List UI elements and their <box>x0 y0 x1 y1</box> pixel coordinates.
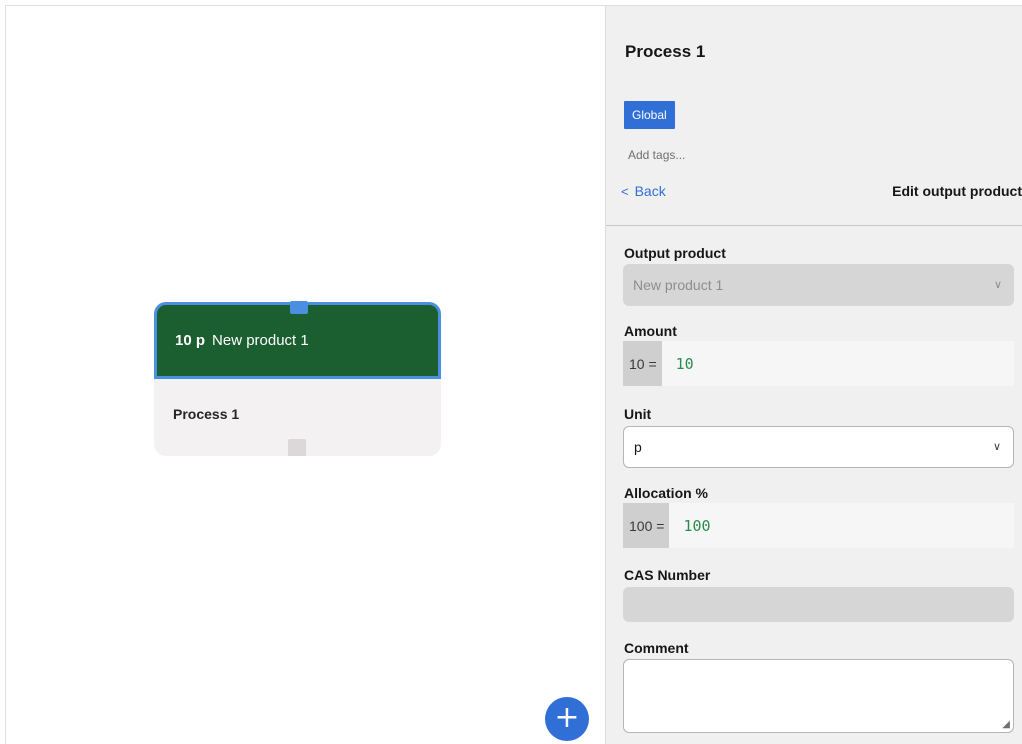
chevron-down-icon: ∨ <box>992 441 1001 453</box>
allocation-computed-prefix: 100 = <box>623 503 670 548</box>
flow-canvas[interactable]: 10 p New product 1 Process 1 + <box>5 5 605 744</box>
output-amount: 10 p <box>175 332 206 349</box>
amount-computed-prefix: 10 = <box>623 341 662 386</box>
cas-number-input <box>623 587 1014 622</box>
unit-label: Unit <box>624 406 652 422</box>
allocation-input[interactable]: 100 = 100 <box>623 503 1014 548</box>
allocation-label: Allocation % <box>624 485 709 501</box>
amount-value[interactable]: 10 <box>662 341 1014 386</box>
panel-divider <box>606 225 1022 226</box>
panel-title: Process 1 <box>625 42 706 61</box>
comment-textarea[interactable]: ◢ <box>623 659 1014 733</box>
unit-value: p <box>634 439 642 455</box>
amount-input[interactable]: 10 = 10 <box>623 341 1014 386</box>
allocation-value[interactable]: 100 <box>669 503 1014 548</box>
process-node[interactable]: 10 p New product 1 Process 1 <box>154 301 441 456</box>
unit-select[interactable]: p ∨ <box>623 426 1014 468</box>
back-label: Back <box>634 183 666 199</box>
chevron-down-icon: ∨ <box>993 279 1002 291</box>
process-node-label: Process 1 <box>173 406 240 422</box>
output-product-name: New product 1 <box>212 332 309 349</box>
app-root: 10 p New product 1 Process 1 + Process 1… <box>0 0 1022 744</box>
output-product-select: New product 1 ∨ <box>623 264 1014 306</box>
add-tags-input[interactable]: Add tags... <box>628 148 685 162</box>
cas-number-label: CAS Number <box>624 567 711 583</box>
output-product-label: Output product <box>624 245 726 261</box>
node-top-handle[interactable] <box>290 301 308 314</box>
properties-panel: Process 1 Global Add tags... < Back Edit … <box>605 5 1022 744</box>
comment-label: Comment <box>624 640 689 656</box>
back-link[interactable]: < Back <box>621 183 666 199</box>
amount-label: Amount <box>624 323 677 339</box>
node-bottom-handle[interactable] <box>288 439 306 456</box>
tag-global[interactable]: Global <box>624 101 675 129</box>
plus-icon: + <box>554 700 580 735</box>
chevron-left-icon: < <box>621 184 629 199</box>
output-product-node[interactable]: 10 p New product 1 <box>154 301 441 379</box>
resize-grip-icon[interactable]: ◢ <box>1002 719 1010 730</box>
add-node-button[interactable]: + <box>545 697 589 741</box>
edit-output-product-title: Edit output product <box>892 183 1022 199</box>
output-product-value: New product 1 <box>633 277 724 293</box>
